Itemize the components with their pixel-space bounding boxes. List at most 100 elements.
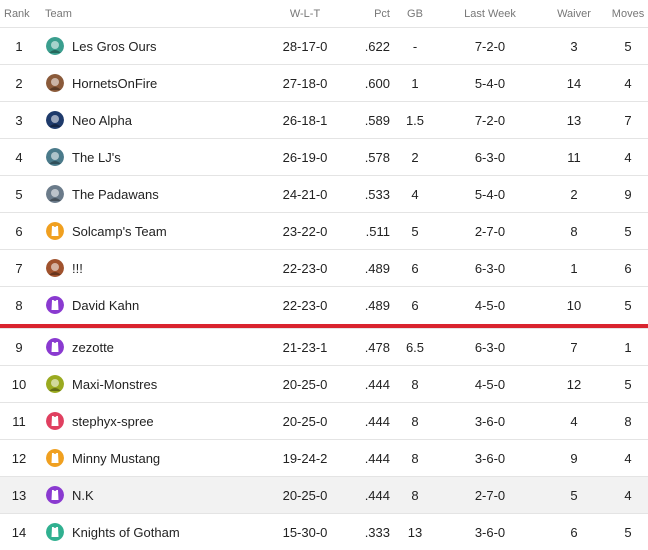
last-week-cell: 6-3-0 bbox=[474, 149, 506, 165]
team-name-link[interactable]: HornetsOnFire bbox=[72, 76, 157, 91]
moves-cell: 5 bbox=[624, 297, 632, 313]
table-row[interactable]: 3 Neo Alpha 26-18-1 .589 1.5 7-2-0 13 7 bbox=[0, 101, 648, 138]
team-name-link[interactable]: stephyx-spree bbox=[72, 414, 154, 429]
pct-cell: .600 bbox=[364, 75, 390, 91]
team-name-link[interactable]: Minny Mustang bbox=[72, 451, 160, 466]
waiver-cell: 9 bbox=[570, 450, 578, 466]
table-body: 1 Les Gros Ours 28-17-0 .622 - 7-2-0 3 5 2 Hornet… bbox=[0, 27, 648, 550]
header-waiver[interactable]: Waiver bbox=[540, 8, 608, 20]
table-row[interactable]: 10 Maxi-Monstres 20-25-0 .444 8 4-5-0 12 5 bbox=[0, 365, 648, 402]
table-row[interactable]: 2 HornetsOnFire 27-18-0 .600 1 5-4-0 14 4 bbox=[0, 64, 648, 101]
neo-alpha-team-logo-icon[interactable] bbox=[46, 111, 64, 129]
team-name-link[interactable]: David Kahn bbox=[72, 298, 139, 313]
table-row[interactable]: 13 N.K 20-25-0 .444 8 2-7-0 5 4 bbox=[0, 476, 648, 513]
gb-cell: 13 bbox=[407, 524, 423, 540]
hornet-team-logo-icon[interactable] bbox=[46, 74, 64, 92]
waiver-cell: 5 bbox=[570, 487, 578, 503]
jersey-logo-icon[interactable] bbox=[46, 486, 64, 504]
header-last-week[interactable]: Last Week bbox=[440, 8, 540, 20]
moves-cell: 8 bbox=[624, 413, 632, 429]
table-row[interactable]: 14 Knights of Gotham 15-30-0 .333 13 3-6-0 6 5 bbox=[0, 513, 648, 550]
waiver-cell: 14 bbox=[566, 75, 582, 91]
team-cell: Les Gros Ours bbox=[38, 37, 260, 55]
waiver-cell: 7 bbox=[570, 339, 578, 355]
rank-cell: 10 bbox=[11, 376, 27, 392]
last-week-cell: 6-3-0 bbox=[474, 260, 506, 276]
table-row[interactable]: 7!!! 22-23-0 .489 6 6-3-0 1 6 bbox=[0, 249, 648, 286]
bear-team-logo-icon[interactable] bbox=[46, 37, 64, 55]
header-pct[interactable]: Pct bbox=[350, 8, 390, 20]
team-cell: The LJ's bbox=[38, 148, 260, 166]
last-week-cell: 3-6-0 bbox=[474, 450, 506, 466]
team-name-link[interactable]: Solcamp's Team bbox=[72, 224, 167, 239]
team-cell: zezotte bbox=[38, 338, 260, 356]
team-name-link[interactable]: Les Gros Ours bbox=[72, 39, 157, 54]
last-week-cell: 3-6-0 bbox=[474, 524, 506, 540]
team-name-link[interactable]: !!! bbox=[72, 261, 83, 276]
moves-cell: 5 bbox=[624, 376, 632, 392]
last-week-cell: 5-4-0 bbox=[474, 186, 506, 202]
pct-cell: .444 bbox=[364, 450, 390, 466]
table-header: Rank Team W-L-T Pct GB Last Week Waiver … bbox=[0, 0, 648, 27]
moves-cell: 5 bbox=[624, 223, 632, 239]
team-name-link[interactable]: The LJ's bbox=[72, 150, 121, 165]
lj-team-logo-icon[interactable] bbox=[46, 148, 64, 166]
team-cell: Neo Alpha bbox=[38, 111, 260, 129]
header-team[interactable]: Team bbox=[38, 8, 260, 20]
header-gb[interactable]: GB bbox=[390, 8, 440, 20]
player-photo-icon[interactable] bbox=[46, 259, 64, 277]
gb-cell: 1 bbox=[411, 75, 419, 91]
team-name-link[interactable]: Neo Alpha bbox=[72, 113, 132, 128]
waiver-cell: 13 bbox=[566, 112, 582, 128]
team-name-link[interactable]: Maxi-Monstres bbox=[72, 377, 157, 392]
team-name-link[interactable]: zezotte bbox=[72, 340, 114, 355]
moves-cell: 4 bbox=[624, 450, 632, 466]
padawan-team-logo-icon[interactable] bbox=[46, 185, 64, 203]
moves-cell: 9 bbox=[624, 186, 632, 202]
rank-cell: 8 bbox=[15, 297, 23, 313]
table-row[interactable]: 12 Minny Mustang 19-24-2 .444 8 3-6-0 9 4 bbox=[0, 439, 648, 476]
pct-cell: .622 bbox=[364, 38, 390, 54]
table-row[interactable]: 1 Les Gros Ours 28-17-0 .622 - 7-2-0 3 5 bbox=[0, 27, 648, 64]
table-row[interactable]: 8 David Kahn 22-23-0 .489 6 4-5-0 10 5 bbox=[0, 286, 648, 323]
table-row[interactable]: 6 Solcamp's Team 23-22-0 .511 5 2-7-0 8 5 bbox=[0, 212, 648, 249]
jersey-logo-icon[interactable] bbox=[46, 222, 64, 240]
team-name-link[interactable]: N.K bbox=[72, 488, 94, 503]
moves-cell: 5 bbox=[624, 38, 632, 54]
team-name-link[interactable]: The Padawans bbox=[72, 187, 159, 202]
gb-cell: 8 bbox=[411, 376, 419, 392]
jersey-logo-icon[interactable] bbox=[46, 523, 64, 541]
pct-cell: .489 bbox=[364, 297, 390, 313]
header-wlt[interactable]: W-L-T bbox=[260, 8, 350, 20]
standings-table: Rank Team W-L-T Pct GB Last Week Waiver … bbox=[0, 0, 648, 550]
jersey-logo-icon[interactable] bbox=[46, 338, 64, 356]
wlt-cell: 19-24-2 bbox=[282, 450, 328, 466]
rank-cell: 4 bbox=[15, 149, 23, 165]
waiver-cell: 6 bbox=[570, 524, 578, 540]
jersey-logo-icon[interactable] bbox=[46, 296, 64, 314]
last-week-cell: 3-6-0 bbox=[474, 413, 506, 429]
table-row[interactable]: 11 stephyx-spree 20-25-0 .444 8 3-6-0 4 8 bbox=[0, 402, 648, 439]
wlt-cell: 22-23-0 bbox=[282, 297, 328, 313]
header-moves[interactable]: Moves bbox=[608, 8, 648, 20]
jersey-logo-icon[interactable] bbox=[46, 412, 64, 430]
wlt-cell: 28-17-0 bbox=[282, 38, 328, 54]
gb-cell: 6 bbox=[411, 260, 419, 276]
waiver-cell: 3 bbox=[570, 38, 578, 54]
waiver-cell: 11 bbox=[567, 149, 581, 165]
pct-cell: .444 bbox=[364, 376, 390, 392]
wlt-cell: 20-25-0 bbox=[282, 376, 328, 392]
wlt-cell: 24-21-0 bbox=[282, 186, 328, 202]
table-row[interactable]: 9 zezotte 21-23-1 .478 6.5 6-3-0 7 1 bbox=[0, 328, 648, 365]
monster-team-logo-icon[interactable] bbox=[46, 375, 64, 393]
jersey-logo-icon[interactable] bbox=[46, 449, 64, 467]
gb-cell: 8 bbox=[411, 450, 419, 466]
gb-cell: 1.5 bbox=[405, 112, 425, 128]
table-row[interactable]: 4 The LJ's 26-19-0 .578 2 6-3-0 11 4 bbox=[0, 138, 648, 175]
rank-cell: 11 bbox=[12, 413, 26, 429]
team-name-link[interactable]: Knights of Gotham bbox=[72, 525, 180, 540]
table-row[interactable]: 5 The Padawans 24-21-0 .533 4 5-4-0 2 9 bbox=[0, 175, 648, 212]
header-rank[interactable]: Rank bbox=[0, 8, 38, 20]
gb-cell: 6.5 bbox=[405, 339, 425, 355]
wlt-cell: 22-23-0 bbox=[282, 260, 328, 276]
